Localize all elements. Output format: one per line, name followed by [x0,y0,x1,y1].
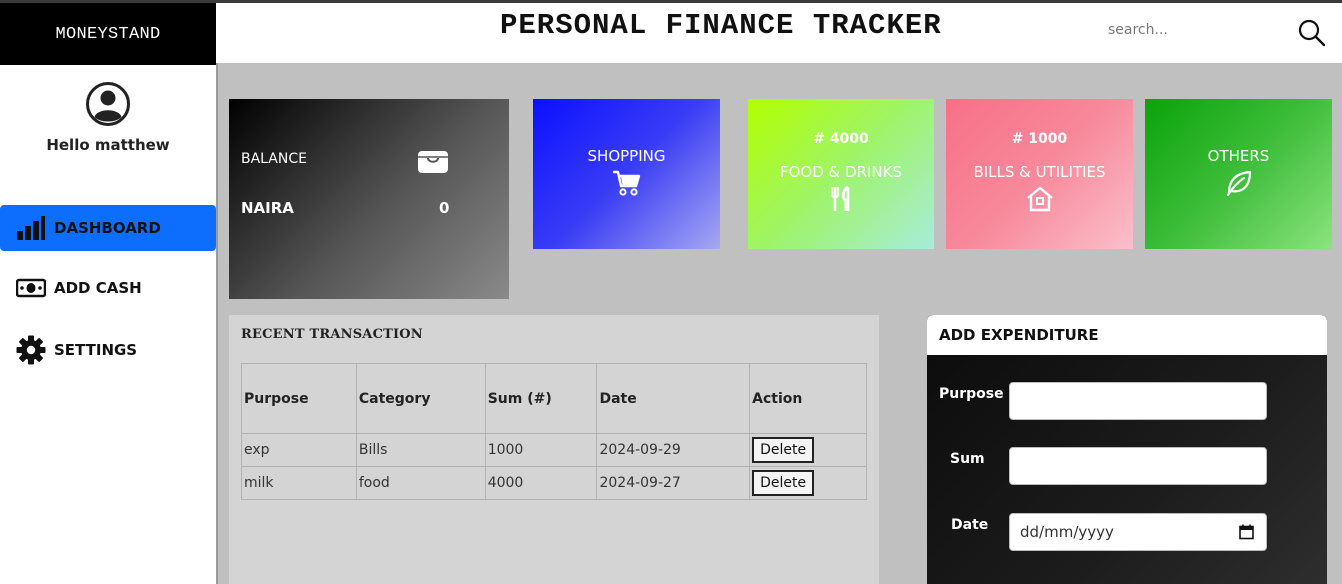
date-input[interactable]: dd/mm/yyyy [1009,513,1267,551]
column-header: Purpose [241,363,357,434]
leaf-icon [1225,169,1253,201]
balance-label: BALANCE [241,151,307,167]
sidebar-item-add-cash[interactable]: ADD CASH [0,265,216,311]
category-card-others[interactable]: OTHERS [1145,99,1332,249]
category-name: OTHERS [1207,147,1270,165]
transactions-table: Purpose Category Sum (#) Date Action exp… [241,363,867,500]
header: PERSONAL FINANCE TRACKER [216,3,1342,63]
balance-value: 0 [439,199,450,217]
brand-logo[interactable]: MONEYSTAND [0,3,216,65]
category-name: FOOD & DRINKS [780,163,902,181]
search-input[interactable] [1108,17,1278,43]
table-header-row: Purpose Category Sum (#) Date Action [241,363,867,434]
cell-purpose: milk [241,466,357,500]
house-icon [1026,185,1054,217]
column-header: Action [749,363,867,434]
gear-icon [16,335,46,365]
sum-label: Sum [950,451,985,467]
avatar-icon[interactable] [85,81,131,127]
balance-currency: NAIRA [241,199,294,217]
cell-category: Bills [355,433,486,467]
column-header: Category [355,363,486,434]
category-card-shopping[interactable]: SHOPPING [533,99,720,249]
balance-card: BALANCE NAIRA 0 [229,99,509,299]
form-title: ADD EXPENDITURE [927,315,1327,355]
cell-date: 2024-09-29 [596,433,751,467]
cell-category: food [355,466,486,500]
purpose-input[interactable] [1009,382,1267,420]
table-row: milk food 4000 2024-09-27 Delete [241,466,867,500]
delete-button[interactable]: Delete [752,470,815,496]
sidebar-item-label: SETTINGS [54,341,138,359]
date-label: Date [951,517,989,533]
wallet-icon [417,149,449,179]
sidebar-item-dashboard[interactable]: DASHBOARD [0,205,216,251]
category-name: SHOPPING [587,147,666,165]
column-header: Date [596,363,751,434]
category-name: BILLS & UTILITIES [973,163,1106,181]
cash-icon [16,275,46,301]
cell-sum: 1000 [484,433,598,467]
recent-transactions-panel: RECENT TRANSACTION Purpose Category Sum … [229,315,879,584]
cell-sum: 4000 [484,466,598,500]
search-icon[interactable] [1296,17,1328,49]
cell-purpose: exp [241,433,357,467]
purpose-label: Purpose [939,386,1004,402]
page-title: PERSONAL FINANCE TRACKER [500,9,942,42]
user-greeting: Hello matthew [46,136,170,154]
cart-icon [612,169,642,201]
delete-button[interactable]: Delete [752,437,815,463]
sidebar-item-label: DASHBOARD [54,219,161,237]
top-border [0,0,1342,3]
recent-title: RECENT TRANSACTION [241,327,423,342]
add-expenditure-panel: ADD EXPENDITURE Purpose Sum Date dd/mm/y… [927,315,1327,584]
table-row: exp Bills 1000 2024-09-29 Delete [241,433,867,467]
sidebar-divider [216,63,218,584]
category-card-food[interactable]: # 4000 FOOD & DRINKS [748,99,934,249]
date-placeholder: dd/mm/yyyy [1020,523,1114,541]
sidebar-item-settings[interactable]: SETTINGS [0,327,216,373]
column-header: Sum (#) [484,363,598,434]
bar-chart-icon [16,215,46,241]
cell-date: 2024-09-27 [596,466,751,500]
cell-action: Delete [749,433,867,467]
category-amount: # 4000 [813,131,869,147]
sidebar: Hello matthew DASHBOARD ADD CASH SETTING… [0,65,216,584]
sidebar-item-label: ADD CASH [54,279,142,297]
cell-action: Delete [749,466,867,500]
calendar-icon[interactable] [1239,524,1254,544]
sum-input[interactable] [1009,447,1267,485]
category-card-bills[interactable]: # 1000 BILLS & UTILITIES [946,99,1133,249]
category-amount: # 1000 [1011,131,1068,147]
cutlery-icon [827,185,855,217]
